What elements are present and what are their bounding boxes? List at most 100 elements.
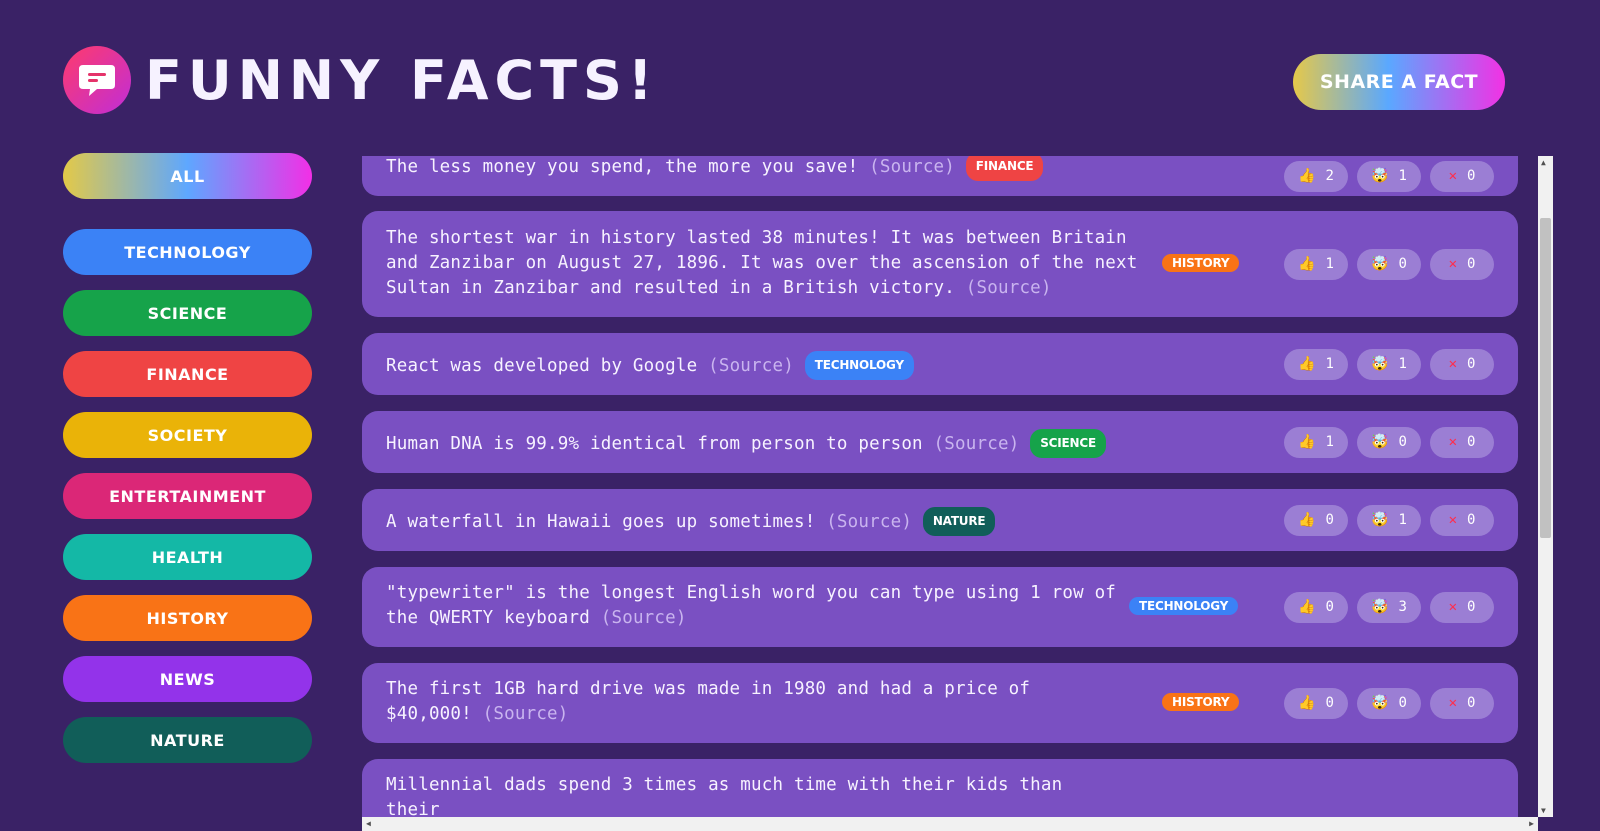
- vote-count: 0: [1398, 434, 1407, 450]
- source-link[interactable]: (Source): [934, 434, 1020, 454]
- fact-item: A waterfall in Hawaii goes up sometimes!…: [362, 489, 1518, 551]
- vote-false-button[interactable]: ✕ 0: [1430, 348, 1494, 380]
- vote-interesting-button[interactable]: 👍 1: [1284, 248, 1348, 280]
- vote-false-button[interactable]: ✕ 0: [1430, 160, 1494, 192]
- vote-mindblowing-button[interactable]: 🤯 3: [1357, 591, 1421, 623]
- category-tag: HISTORY: [1162, 693, 1240, 711]
- x-icon: ✕: [1448, 168, 1457, 184]
- vote-count: 0: [1325, 695, 1334, 711]
- vote-interesting-button[interactable]: 👍 1: [1284, 348, 1348, 380]
- vote-mindblowing-button[interactable]: 🤯 0: [1357, 248, 1421, 280]
- fact-text: Human DNA is 99.9% identical from person…: [386, 434, 923, 454]
- source-link[interactable]: (Source): [826, 512, 912, 532]
- vote-buttons: 👍 1 🤯 0 ✕ 0: [1284, 426, 1494, 458]
- fact-text-block: Millennial dads spend 3 times as much ti…: [386, 773, 1106, 823]
- fact-item: React was developed by Google (Source) T…: [362, 333, 1518, 395]
- vote-count: 1: [1398, 512, 1407, 528]
- vote-count: 0: [1467, 599, 1476, 615]
- page-title: FUNNY FACTS!: [145, 48, 659, 112]
- vote-count: 0: [1467, 512, 1476, 528]
- category-tag: NATURE: [922, 507, 996, 536]
- vote-count: 1: [1325, 256, 1334, 272]
- fact-item: The less money you spend, the more you s…: [362, 156, 1518, 196]
- vote-mindblowing-button[interactable]: 🤯 1: [1357, 348, 1421, 380]
- scrollbar-thumb[interactable]: [1540, 218, 1551, 538]
- fact-text-block: The first 1GB hard drive was made in 198…: [386, 677, 1096, 727]
- category-news-button[interactable]: NEWS: [63, 656, 312, 702]
- category-technology-button[interactable]: TECHNOLOGY: [63, 229, 312, 275]
- vote-false-button[interactable]: ✕ 0: [1430, 426, 1494, 458]
- fact-item: Human DNA is 99.9% identical from person…: [362, 411, 1518, 473]
- x-icon: ✕: [1448, 695, 1457, 711]
- scroll-right-icon[interactable]: ▶: [1529, 819, 1534, 828]
- source-link[interactable]: (Source): [601, 608, 687, 628]
- category-health-button[interactable]: HEALTH: [63, 534, 312, 580]
- thumbs-up-icon: 👍: [1298, 434, 1316, 450]
- mind-blown-icon: 🤯: [1371, 168, 1389, 184]
- vote-false-button[interactable]: ✕ 0: [1430, 591, 1494, 623]
- vertical-scrollbar[interactable]: ▲ ▼: [1538, 156, 1553, 817]
- vote-count: 1: [1398, 356, 1407, 372]
- vote-mindblowing-button[interactable]: 🤯 1: [1357, 504, 1421, 536]
- mind-blown-icon: 🤯: [1371, 599, 1389, 615]
- vote-count: 1: [1398, 168, 1407, 184]
- x-icon: ✕: [1448, 256, 1457, 272]
- category-society-button[interactable]: SOCIETY: [63, 412, 312, 458]
- category-science-button[interactable]: SCIENCE: [63, 290, 312, 336]
- vote-count: 0: [1467, 168, 1476, 184]
- category-finance-button[interactable]: FINANCE: [63, 351, 312, 397]
- fact-text: Millennial dads spend 3 times as much ti…: [386, 775, 1063, 820]
- category-tag: HISTORY: [1162, 254, 1240, 272]
- share-fact-button[interactable]: SHARE A FACT: [1293, 54, 1505, 110]
- vote-count: 0: [1467, 434, 1476, 450]
- vote-buttons: 👍 0 🤯 3 ✕ 0: [1284, 591, 1494, 623]
- vote-buttons: 👍 1 🤯 1 ✕ 0: [1284, 348, 1494, 380]
- thumbs-up-icon: 👍: [1298, 512, 1316, 528]
- facts-list[interactable]: The less money you spend, the more you s…: [362, 156, 1538, 831]
- vote-interesting-button[interactable]: 👍 1: [1284, 426, 1348, 458]
- source-link[interactable]: (Source): [869, 157, 955, 177]
- x-icon: ✕: [1448, 599, 1457, 615]
- vote-interesting-button[interactable]: 👍 0: [1284, 591, 1348, 623]
- vote-count: 0: [1467, 695, 1476, 711]
- vote-count: 2: [1325, 168, 1334, 184]
- vote-buttons: 👍 2 🤯 1 ✕ 0: [1284, 160, 1494, 192]
- scroll-left-icon[interactable]: ◀: [366, 819, 371, 828]
- vote-count: 0: [1467, 256, 1476, 272]
- x-icon: ✕: [1448, 434, 1457, 450]
- vote-count: 3: [1398, 599, 1407, 615]
- fact-item: The first 1GB hard drive was made in 198…: [362, 663, 1518, 743]
- vote-buttons: 👍 0 🤯 1 ✕ 0: [1284, 504, 1494, 536]
- thumbs-up-icon: 👍: [1298, 168, 1316, 184]
- category-tag: FINANCE: [965, 156, 1044, 181]
- category-nature-button[interactable]: NATURE: [63, 717, 312, 763]
- category-entertainment-button[interactable]: ENTERTAINMENT: [63, 473, 312, 519]
- category-all-button[interactable]: ALL: [63, 153, 312, 199]
- x-icon: ✕: [1448, 512, 1457, 528]
- vote-count: 1: [1325, 434, 1334, 450]
- scroll-up-icon[interactable]: ▲: [1541, 158, 1546, 167]
- source-link[interactable]: (Source): [708, 356, 794, 376]
- source-link[interactable]: (Source): [966, 278, 1052, 298]
- vote-mindblowing-button[interactable]: 🤯 0: [1357, 687, 1421, 719]
- fact-item: "typewriter" is the longest English word…: [362, 567, 1518, 647]
- source-link[interactable]: (Source): [483, 704, 569, 724]
- vote-interesting-button[interactable]: 👍 2: [1284, 160, 1348, 192]
- fact-text-block: React was developed by Google (Source) T…: [386, 351, 1186, 380]
- category-history-button[interactable]: HISTORY: [63, 595, 312, 641]
- fact-text: A waterfall in Hawaii goes up sometimes!: [386, 512, 816, 532]
- chat-bubble-icon: [63, 46, 131, 114]
- vote-interesting-button[interactable]: 👍 0: [1284, 504, 1348, 536]
- thumbs-up-icon: 👍: [1298, 256, 1316, 272]
- vote-false-button[interactable]: ✕ 0: [1430, 504, 1494, 536]
- vote-buttons: 👍 0 🤯 0 ✕ 0: [1284, 687, 1494, 719]
- vote-mindblowing-button[interactable]: 🤯 0: [1357, 426, 1421, 458]
- horizontal-scrollbar[interactable]: ◀ ▶: [362, 817, 1538, 831]
- vote-buttons: 👍 1 🤯 0 ✕ 0: [1284, 248, 1494, 280]
- scroll-down-icon[interactable]: ▼: [1541, 806, 1546, 815]
- vote-false-button[interactable]: ✕ 0: [1430, 687, 1494, 719]
- vote-false-button[interactable]: ✕ 0: [1430, 248, 1494, 280]
- vote-mindblowing-button[interactable]: 🤯 1: [1357, 160, 1421, 192]
- vote-interesting-button[interactable]: 👍 0: [1284, 687, 1348, 719]
- vote-count: 0: [1467, 356, 1476, 372]
